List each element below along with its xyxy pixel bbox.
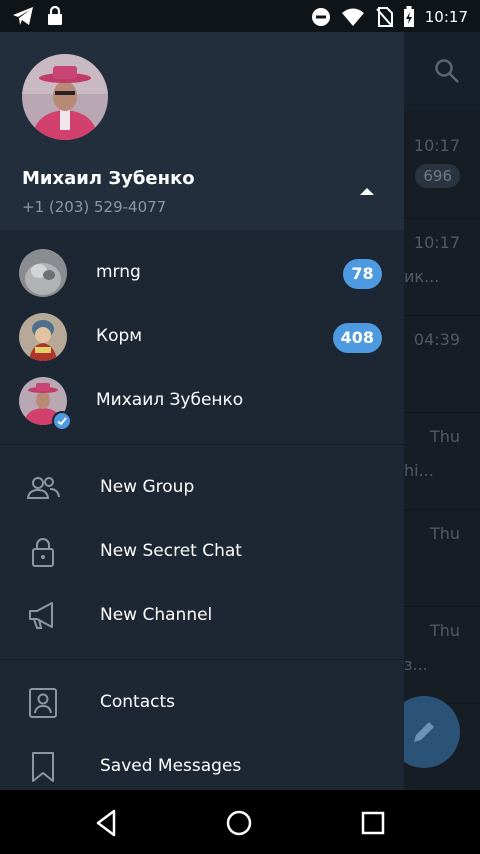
bookmark-icon <box>32 752 54 782</box>
chat-row[interactable]: 10:17 ик... <box>404 219 480 316</box>
avatar <box>19 249 67 297</box>
chat-row[interactable]: 04:39 <box>404 316 480 413</box>
navigation-drawer: Михаил Зубенко +1 (203) 529-4077 mrng 78… <box>0 32 404 790</box>
account-item-current[interactable]: Михаил Зубенко <box>0 369 404 433</box>
toolbar-background <box>404 32 480 110</box>
wifi-icon <box>341 8 364 26</box>
account-name: Михаил Зубенко <box>96 390 244 410</box>
divider <box>0 444 404 445</box>
menu-item-new-secret-chat[interactable]: New Secret Chat <box>0 520 404 584</box>
lock-icon <box>32 538 54 567</box>
chat-row[interactable]: 10:17 696 <box>404 122 480 219</box>
account-item-korm[interactable]: Корм 408 <box>0 305 404 369</box>
unread-badge: 408 <box>332 323 382 353</box>
account-name: Корм <box>96 326 143 346</box>
menu-item-contacts[interactable]: Contacts <box>0 671 404 735</box>
clock: 10:17 <box>424 8 468 26</box>
profile-name: Михаил Зубенко <box>22 168 195 189</box>
contacts-icon <box>29 688 57 718</box>
unread-badge: 696 <box>415 164 460 188</box>
telegram-icon <box>13 7 33 25</box>
menu-item-new-group[interactable]: New Group <box>0 456 404 520</box>
no-sim-icon <box>376 7 393 27</box>
menu-item-new-channel[interactable]: New Channel <box>0 584 404 648</box>
avatar <box>19 313 67 361</box>
drawer-header: Михаил Зубенко +1 (203) 529-4077 <box>0 32 404 230</box>
menu-label: Contacts <box>100 692 175 712</box>
megaphone-icon <box>29 602 53 629</box>
chat-row[interactable]: Thu з... <box>404 607 480 704</box>
battery-charging-icon <box>403 6 414 27</box>
account-name: mrng <box>96 262 141 282</box>
divider <box>0 659 404 660</box>
unread-badge: 78 <box>343 259 382 289</box>
menu-label: New Channel <box>100 605 213 625</box>
menu-label: New Secret Chat <box>100 541 242 561</box>
status-bar: 10:17 <box>0 0 480 32</box>
chat-row[interactable]: Thu <box>404 510 480 607</box>
account-item-mrng[interactable]: mrng 78 <box>0 241 404 305</box>
back-icon[interactable] <box>90 806 124 840</box>
recents-icon[interactable] <box>356 806 390 840</box>
account-switch-toggle-icon[interactable] <box>360 188 374 195</box>
profile-avatar[interactable] <box>22 54 108 140</box>
system-navigation-bar <box>0 790 480 854</box>
pencil-icon <box>414 722 434 742</box>
lock-icon <box>48 6 62 25</box>
checkmark-icon <box>52 411 72 431</box>
search-icon[interactable] <box>434 58 460 84</box>
chat-row[interactable]: Thu hi... <box>404 413 480 510</box>
menu-label: Saved Messages <box>100 756 242 776</box>
group-icon <box>26 477 60 499</box>
menu-item-saved-messages[interactable]: Saved Messages <box>0 735 404 790</box>
menu-label: New Group <box>100 477 195 497</box>
home-icon[interactable] <box>222 806 256 840</box>
profile-phone: +1 (203) 529-4077 <box>22 198 167 216</box>
do-not-disturb-icon <box>311 8 330 26</box>
